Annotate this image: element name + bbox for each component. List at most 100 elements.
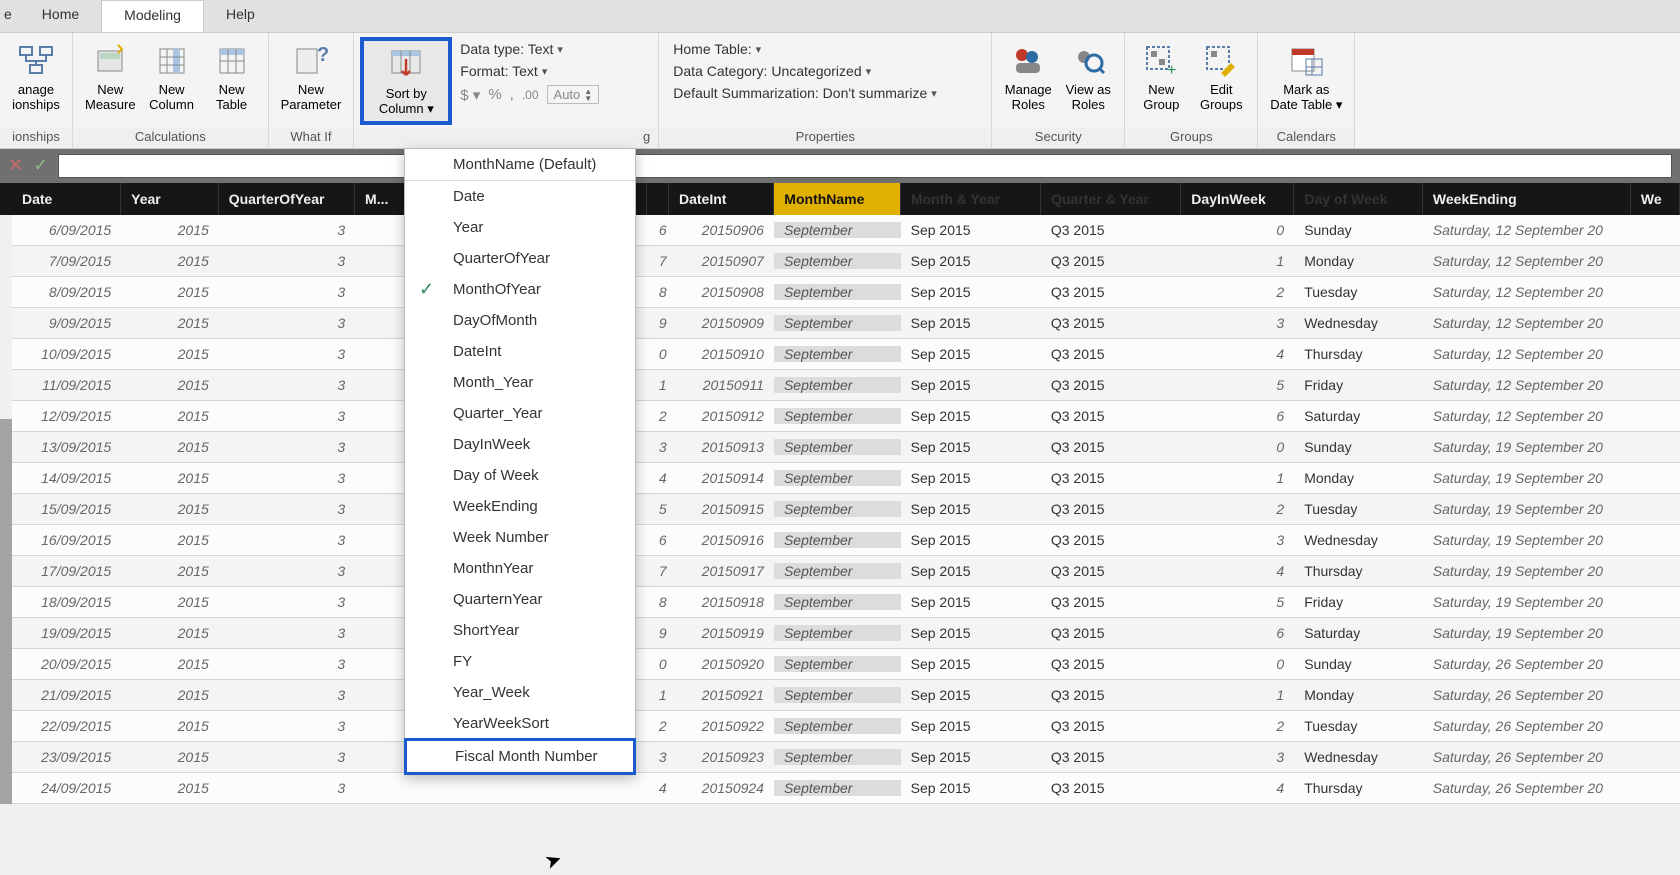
percent-button[interactable]: %: [488, 86, 501, 103]
new-column-button[interactable]: New Column: [142, 37, 202, 117]
view-as-roles-button[interactable]: View as Roles: [1058, 37, 1118, 117]
menu-item[interactable]: Quarter_Year: [405, 398, 635, 429]
table-row[interactable]: 18/09/201520153820150918SeptemberSep 201…: [12, 587, 1680, 618]
manage-relationships-button[interactable]: anage ionships: [6, 37, 66, 117]
decimals-button[interactable]: .00: [522, 88, 539, 102]
summarization-dropdown[interactable]: Default Summarization: Don't summarize: [673, 85, 977, 101]
cell: Q3 2015: [1041, 718, 1181, 734]
menu-item[interactable]: Month_Year: [405, 367, 635, 398]
cell: 2015: [121, 346, 219, 362]
col-week-partial[interactable]: We: [1631, 183, 1680, 215]
menu-item-label: QuarternYear: [453, 591, 543, 608]
manage-roles-button[interactable]: Manage Roles: [998, 37, 1058, 117]
table-row[interactable]: 22/09/201520153220150922SeptemberSep 201…: [12, 711, 1680, 742]
table-row[interactable]: 11/09/201520153120150911SeptemberSep 201…: [12, 370, 1680, 401]
table-row[interactable]: 10/09/201520153020150910SeptemberSep 201…: [12, 339, 1680, 370]
menu-item[interactable]: QuarternYear: [405, 584, 635, 615]
menu-item[interactable]: MonthnYear: [405, 553, 635, 584]
new-parameter-button[interactable]: ? New Parameter: [275, 37, 348, 117]
cell: September: [774, 346, 901, 362]
table-row[interactable]: 8/09/201520153820150908SeptemberSep 2015…: [12, 277, 1680, 308]
decimal-places-input[interactable]: Auto ▲▼: [547, 85, 600, 104]
table-row[interactable]: 20/09/201520153020150920SeptemberSep 201…: [12, 649, 1680, 680]
new-measure-button[interactable]: New Measure: [79, 37, 142, 117]
menu-item[interactable]: Fiscal Month Number: [404, 738, 636, 775]
mark-as-date-table-button[interactable]: Mark as Date Table ▾: [1264, 37, 1348, 117]
grid-body[interactable]: 6/09/201520153620150906SeptemberSep 2015…: [0, 215, 1680, 804]
data-type-dropdown[interactable]: Data type: Text: [460, 41, 644, 57]
col-quarterofyear[interactable]: QuarterOfYear: [219, 183, 355, 215]
menu-item[interactable]: ✓MonthOfYear: [405, 274, 635, 305]
table-row[interactable]: 15/09/201520153520150915SeptemberSep 201…: [12, 494, 1680, 525]
col-month-year[interactable]: Month & Year: [901, 183, 1041, 215]
col-year[interactable]: Year: [121, 183, 219, 215]
menu-item[interactable]: Year_Week: [405, 677, 635, 708]
data-category-dropdown[interactable]: Data Category: Uncategorized: [673, 63, 977, 79]
cell: 2015: [121, 594, 219, 610]
edit-groups-button[interactable]: Edit Groups: [1191, 37, 1251, 117]
tab-home[interactable]: Home: [20, 0, 101, 32]
cell: Q3 2015: [1041, 470, 1181, 486]
cell: 3: [647, 749, 668, 765]
table-row[interactable]: 21/09/201520153120150921SeptemberSep 201…: [12, 680, 1680, 711]
menu-item[interactable]: QuarterOfYear: [405, 243, 635, 274]
cell: 20150916: [669, 532, 774, 548]
sort-by-column-button[interactable]: Sort by Column ▾: [360, 37, 452, 125]
table-row[interactable]: 6/09/201520153620150906SeptemberSep 2015…: [12, 215, 1680, 246]
menu-item[interactable]: FY: [405, 646, 635, 677]
col-dateint[interactable]: DateInt: [669, 183, 774, 215]
menu-default[interactable]: MonthName (Default): [405, 149, 635, 181]
group-calculations: New Measure New Column New Table Calcula…: [73, 33, 269, 148]
col-date[interactable]: Date: [12, 183, 121, 215]
format-dropdown[interactable]: Format: Text: [460, 63, 644, 79]
menu-item[interactable]: YearWeekSort: [405, 708, 635, 739]
formula-commit-icon[interactable]: ✓: [33, 155, 48, 176]
menu-item[interactable]: WeekEnding: [405, 491, 635, 522]
currency-button[interactable]: $ ▾: [460, 86, 480, 104]
table-row[interactable]: 12/09/201520153220150912SeptemberSep 201…: [12, 401, 1680, 432]
tab-modeling[interactable]: Modeling: [101, 0, 204, 32]
formula-input[interactable]: [58, 154, 1672, 178]
menu-item[interactable]: DateInt: [405, 336, 635, 367]
cell: 12/09/2015: [12, 408, 121, 424]
cell: 24/09/2015: [12, 780, 121, 796]
table-row[interactable]: 9/09/201520153920150909SeptemberSep 2015…: [12, 308, 1680, 339]
table-row[interactable]: 19/09/201520153920150919SeptemberSep 201…: [12, 618, 1680, 649]
col-dayinweek[interactable]: DayInWeek: [1181, 183, 1294, 215]
cell: 23/09/2015: [12, 749, 121, 765]
cell: 0: [1181, 439, 1294, 455]
cell: September: [774, 284, 901, 300]
new-group-button[interactable]: + New Group: [1131, 37, 1191, 117]
relationships-icon: [16, 41, 56, 81]
table-row[interactable]: 17/09/201520153720150917SeptemberSep 201…: [12, 556, 1680, 587]
thousands-button[interactable]: ,: [510, 86, 514, 103]
cell: Wednesday: [1294, 749, 1423, 765]
table-row[interactable]: 7/09/201520153720150907SeptemberSep 2015…: [12, 246, 1680, 277]
col-monthname[interactable]: MonthName: [774, 183, 901, 215]
menu-item[interactable]: ShortYear: [405, 615, 635, 646]
formula-cancel-icon[interactable]: ✕: [8, 155, 23, 176]
menu-item[interactable]: Year: [405, 212, 635, 243]
tab-file-partial[interactable]: e: [0, 0, 20, 32]
menu-item[interactable]: Week Number: [405, 522, 635, 553]
new-table-button[interactable]: New Table: [202, 37, 262, 117]
cell: 3: [219, 501, 355, 517]
table-row[interactable]: 14/09/201520153420150914SeptemberSep 201…: [12, 463, 1680, 494]
table-row[interactable]: 23/09/201520153320150923SeptemberSep 201…: [12, 742, 1680, 773]
table-row[interactable]: 24/09/201520153420150924SeptemberSep 201…: [12, 773, 1680, 804]
table-row[interactable]: 16/09/201520153620150916SeptemberSep 201…: [12, 525, 1680, 556]
col-weekending[interactable]: WeekEnding: [1423, 183, 1631, 215]
tab-help[interactable]: Help: [204, 0, 277, 32]
cell: 8: [647, 594, 668, 610]
cell: Saturday, 19 September 20: [1423, 439, 1631, 455]
table-row[interactable]: 13/09/201520153320150913SeptemberSep 201…: [12, 432, 1680, 463]
menu-item[interactable]: Day of Week: [405, 460, 635, 491]
home-table-dropdown[interactable]: Home Table:: [673, 41, 977, 57]
cell: 2015: [121, 253, 219, 269]
menu-item[interactable]: DayInWeek: [405, 429, 635, 460]
cell: Q3 2015: [1041, 284, 1181, 300]
menu-item[interactable]: Date: [405, 181, 635, 212]
menu-item[interactable]: DayOfMonth: [405, 305, 635, 336]
col-dayofweek[interactable]: Day of Week: [1294, 183, 1423, 215]
col-quarter-year[interactable]: Quarter & Year: [1041, 183, 1181, 215]
